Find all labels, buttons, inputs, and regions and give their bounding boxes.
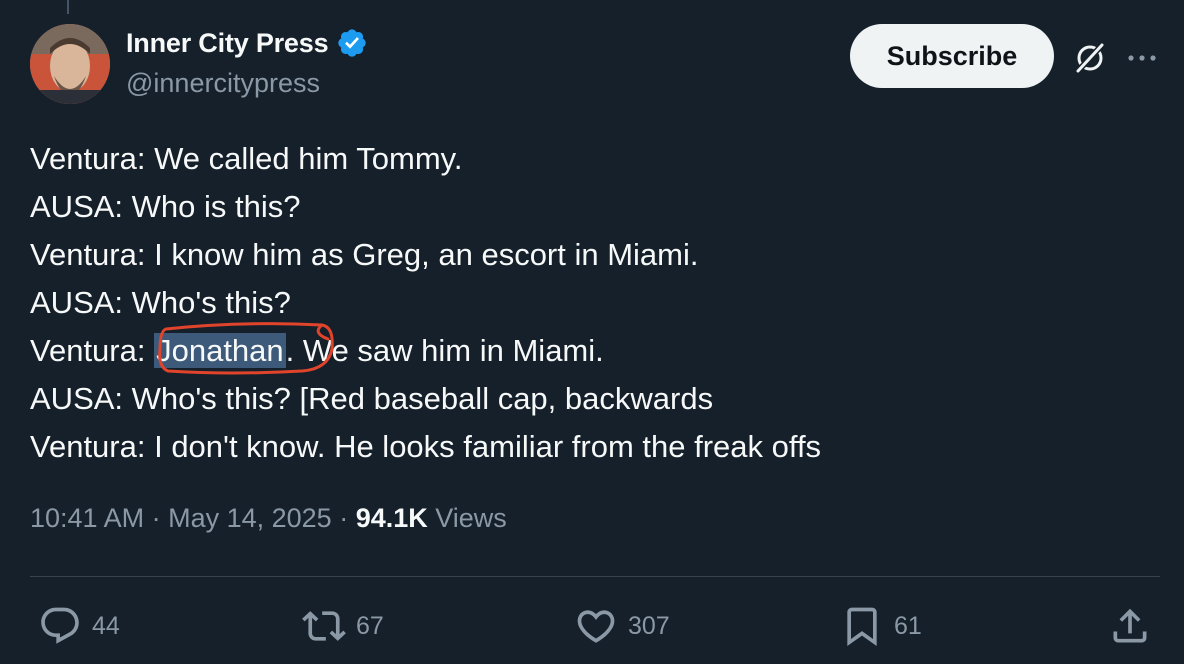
views-label: Views — [427, 503, 507, 533]
share-icon — [1113, 608, 1147, 643]
views-count[interactable]: 94.1K — [356, 503, 428, 534]
tweet-line: AUSA: Who's this? — [30, 285, 291, 320]
tweet-line: Ventura: I don't know. He looks familiar… — [30, 429, 822, 464]
tweet-line: Ventura: I know him as Greg, an escort i… — [30, 237, 699, 272]
author-display-name[interactable]: Inner City Press — [126, 28, 329, 59]
author-handle[interactable]: @innercitypress — [126, 68, 320, 99]
tweet-line: AUSA: Who's this? [Red baseball cap, bac… — [30, 381, 714, 416]
verified-badge-icon — [338, 29, 367, 57]
thread-connector — [67, 0, 69, 14]
repost-button[interactable]: 67 — [302, 604, 384, 648]
tweet-date[interactable]: May 14, 2025 — [168, 503, 332, 534]
tweet-line: AUSA: Who is this? — [30, 189, 301, 224]
grok-icon[interactable] — [1072, 40, 1108, 76]
divider — [30, 576, 1160, 577]
meta-separator: · — [144, 503, 169, 533]
tweet-meta: 10:41 AM · May 14, 2025 · 94.1K Views — [30, 503, 507, 534]
reply-button[interactable]: 44 — [38, 604, 120, 648]
like-count: 307 — [628, 611, 670, 640]
tweet-time[interactable]: 10:41 AM — [30, 503, 144, 534]
bookmark-button[interactable]: 61 — [840, 604, 922, 648]
avatar[interactable] — [30, 24, 110, 104]
repost-count: 67 — [356, 611, 384, 640]
author-name-row[interactable]: Inner City Press — [126, 27, 368, 59]
line-suffix: . We saw him in Miami. — [285, 333, 604, 368]
bookmark-icon — [847, 607, 877, 647]
repost-icon — [302, 611, 346, 641]
like-icon — [577, 610, 615, 643]
avatar-image — [30, 24, 110, 104]
subscribe-button[interactable]: Subscribe — [850, 24, 1054, 88]
line-prefix: Ventura: — [30, 333, 155, 368]
meta-separator: · — [331, 503, 356, 533]
like-button[interactable]: 307 — [574, 604, 670, 648]
tweet-line: Ventura: We called him Tommy. — [30, 141, 463, 176]
more-icon[interactable] — [1124, 48, 1160, 68]
reply-count: 44 — [92, 611, 120, 640]
reply-icon — [41, 607, 79, 644]
highlighted-word: Jonathan — [154, 333, 286, 368]
tweet-text: Ventura: We called him Tommy. AUSA: Who … — [30, 135, 821, 471]
bookmark-count: 61 — [894, 611, 922, 640]
tweet-line-highlighted: Ventura: Jonathan. We saw him in Miami. — [30, 327, 821, 375]
share-button[interactable] — [1108, 604, 1152, 648]
